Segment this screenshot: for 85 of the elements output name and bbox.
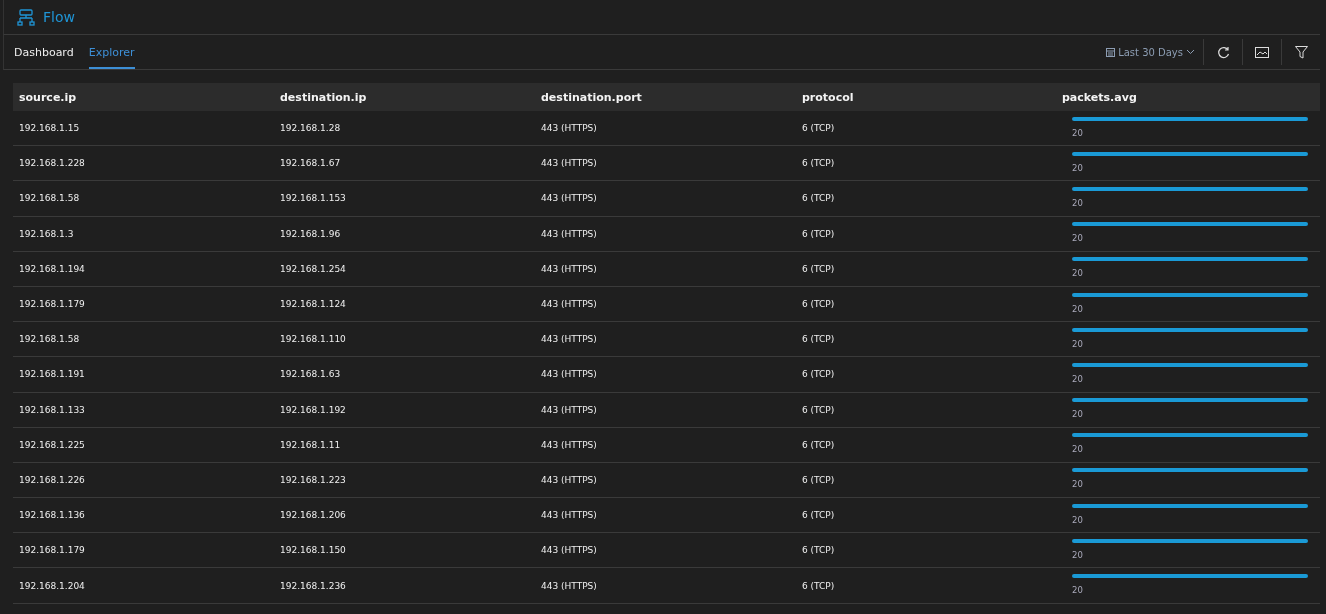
table-cell-text: 192.168.1.225 <box>18 439 86 450</box>
meter-value: 20 <box>1072 585 1083 596</box>
table-cell-text: 443 (HTTPS) <box>540 228 598 239</box>
table-cell-text: 192.168.1.150 <box>279 545 347 556</box>
meter-value: 20 <box>1072 197 1083 208</box>
table-cell-text: 6 (TCP) <box>801 158 836 169</box>
table-cell-text: 192.168.1.63 <box>279 369 342 380</box>
date-range-dropdown[interactable]: Last 30 Days <box>1098 39 1204 65</box>
table-cell-text: 443 (HTTPS) <box>540 334 598 345</box>
table-cell-text: 192.168.1.67 <box>279 158 342 169</box>
table-cell-text: 192.168.1.11 <box>279 439 342 450</box>
table-cell-text: 443 (HTTPS) <box>540 158 598 169</box>
app-title: Flow <box>43 9 75 25</box>
table-cell-text: 6 (TCP) <box>801 334 836 345</box>
table-cell-text: 192.168.1.110 <box>279 334 347 345</box>
table-cell-text: 192.168.1.124 <box>279 299 347 310</box>
table-cell-text: 443 (HTTPS) <box>540 404 598 415</box>
image-icon <box>1255 46 1269 58</box>
table-cell-text: 192.168.1.28 <box>279 123 342 134</box>
table-cell-text: 6 (TCP) <box>801 369 836 380</box>
table-cell-text: 6 (TCP) <box>801 439 836 450</box>
column-header: destination.ip <box>279 90 368 104</box>
table-cell-text: 443 (HTTPS) <box>540 263 598 274</box>
table-cell-text: 192.168.1.179 <box>18 299 86 310</box>
table-cell-text: 443 (HTTPS) <box>540 510 598 521</box>
tab[interactable]: Explorer <box>88 35 135 69</box>
table-cell-text: 192.168.1.226 <box>18 474 86 485</box>
meter-value: 20 <box>1072 444 1083 455</box>
table-cell-text: 192.168.1.206 <box>279 510 347 521</box>
table-cell-text: 192.168.1.194 <box>18 263 86 274</box>
table-cell-text: 192.168.1.191 <box>18 369 86 380</box>
table-cell-text: 192.168.1.3 <box>18 228 75 239</box>
table-cell-text: 443 (HTTPS) <box>540 439 598 450</box>
chevron-down-icon <box>1186 49 1195 55</box>
meter-value: 20 <box>1072 233 1083 244</box>
column-header: packets.avg <box>1061 90 1138 104</box>
table-cell-text: 192.168.1.153 <box>279 193 347 204</box>
meter-value: 20 <box>1072 549 1083 560</box>
refresh-icon <box>1216 45 1230 59</box>
table-cell-text: 6 (TCP) <box>801 580 836 591</box>
filter-icon <box>1294 45 1308 59</box>
table-cell-text: 192.168.1.58 <box>18 193 81 204</box>
table-cell-text: 6 (TCP) <box>801 545 836 556</box>
meter-value: 20 <box>1072 162 1083 173</box>
table-cell-text: 192.168.1.58 <box>18 334 81 345</box>
meter-value: 20 <box>1072 514 1083 525</box>
table-cell-text: 443 (HTTPS) <box>540 123 598 134</box>
calendar-icon <box>1106 47 1116 57</box>
table-cell-text: 6 (TCP) <box>801 228 836 239</box>
meter-value: 20 <box>1072 409 1083 420</box>
table-cell-text: 6 (TCP) <box>801 299 836 310</box>
table-cell-text: 192.168.1.223 <box>279 474 347 485</box>
table-cell-text: 192.168.1.15 <box>18 123 81 134</box>
meter-value: 20 <box>1072 268 1083 279</box>
meter-value: 20 <box>1072 303 1083 314</box>
table-cell-text: 192.168.1.192 <box>279 404 347 415</box>
table-cell-text: 192.168.1.179 <box>18 545 86 556</box>
table-cell-text: 6 (TCP) <box>801 123 836 134</box>
column-header: protocol <box>801 90 855 104</box>
table-cell-text: 192.168.1.133 <box>18 404 86 415</box>
table-cell-text: 192.168.1.228 <box>18 158 86 169</box>
meter-value: 20 <box>1072 127 1083 138</box>
table-cell-text: 6 (TCP) <box>801 404 836 415</box>
meter-value: 20 <box>1072 373 1083 384</box>
table-cell-text: 192.168.1.236 <box>279 580 347 591</box>
table-cell-text: 192.168.1.204 <box>18 580 86 591</box>
table-cell-text: 443 (HTTPS) <box>540 193 598 204</box>
table-cell-text: 6 (TCP) <box>801 474 836 485</box>
network-icon <box>17 8 35 26</box>
table-cell-text: 6 (TCP) <box>801 510 836 521</box>
column-header: source.ip <box>18 90 78 104</box>
meter-value: 20 <box>1072 338 1083 349</box>
table-cell-text: 443 (HTTPS) <box>540 369 598 380</box>
tab[interactable]: Dashboard <box>14 35 74 69</box>
table-cell-text: 192.168.1.96 <box>279 228 342 239</box>
table-cell-text: 6 (TCP) <box>801 263 836 274</box>
column-header: destination.port <box>540 90 643 104</box>
meter-value: 20 <box>1072 479 1083 490</box>
table-cell-text: 443 (HTTPS) <box>540 474 598 485</box>
table-cell-text: 6 (TCP) <box>801 193 836 204</box>
table-cell-text: 443 (HTTPS) <box>540 580 598 591</box>
table-cell-text: 443 (HTTPS) <box>540 545 598 556</box>
table-cell-text: 192.168.1.136 <box>18 510 86 521</box>
table-cell-text: 192.168.1.254 <box>279 263 347 274</box>
table-cell-text: 443 (HTTPS) <box>540 299 598 310</box>
